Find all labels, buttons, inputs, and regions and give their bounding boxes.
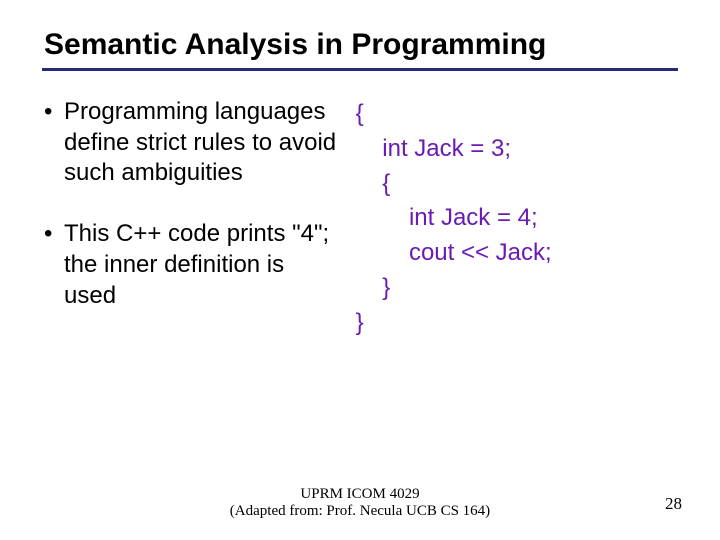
right-column: { int Jack = 3; { int Jack = 4; cout << … (352, 97, 678, 341)
code-line: int Jack = 4; (356, 204, 538, 231)
footer-line-1: UPRM ICOM 4029 (0, 486, 720, 503)
slide: Semantic Analysis in Programming Program… (0, 0, 720, 540)
code-line: cout << Jack; (356, 239, 552, 266)
page-number: 28 (665, 494, 682, 514)
code-line: { (356, 100, 364, 127)
title-underline (42, 68, 678, 71)
bullet-item: Programming languages define strict rule… (42, 97, 340, 189)
code-block: { int Jack = 3; { int Jack = 4; cout << … (356, 97, 678, 341)
footer-line-2: (Adapted from: Prof. Necula UCB CS 164) (0, 503, 720, 520)
code-line: } (356, 274, 391, 301)
code-line: { (356, 170, 391, 197)
bullet-list: Programming languages define strict rule… (42, 97, 340, 311)
bullet-item: This C++ code prints "4"; the inner defi… (42, 219, 340, 311)
slide-footer: UPRM ICOM 4029 (Adapted from: Prof. Necu… (0, 486, 720, 520)
slide-title: Semantic Analysis in Programming (44, 28, 676, 62)
code-line: int Jack = 3; (356, 135, 511, 162)
slide-body: Programming languages define strict rule… (42, 97, 678, 341)
code-line: } (356, 309, 364, 336)
left-column: Programming languages define strict rule… (42, 97, 352, 341)
